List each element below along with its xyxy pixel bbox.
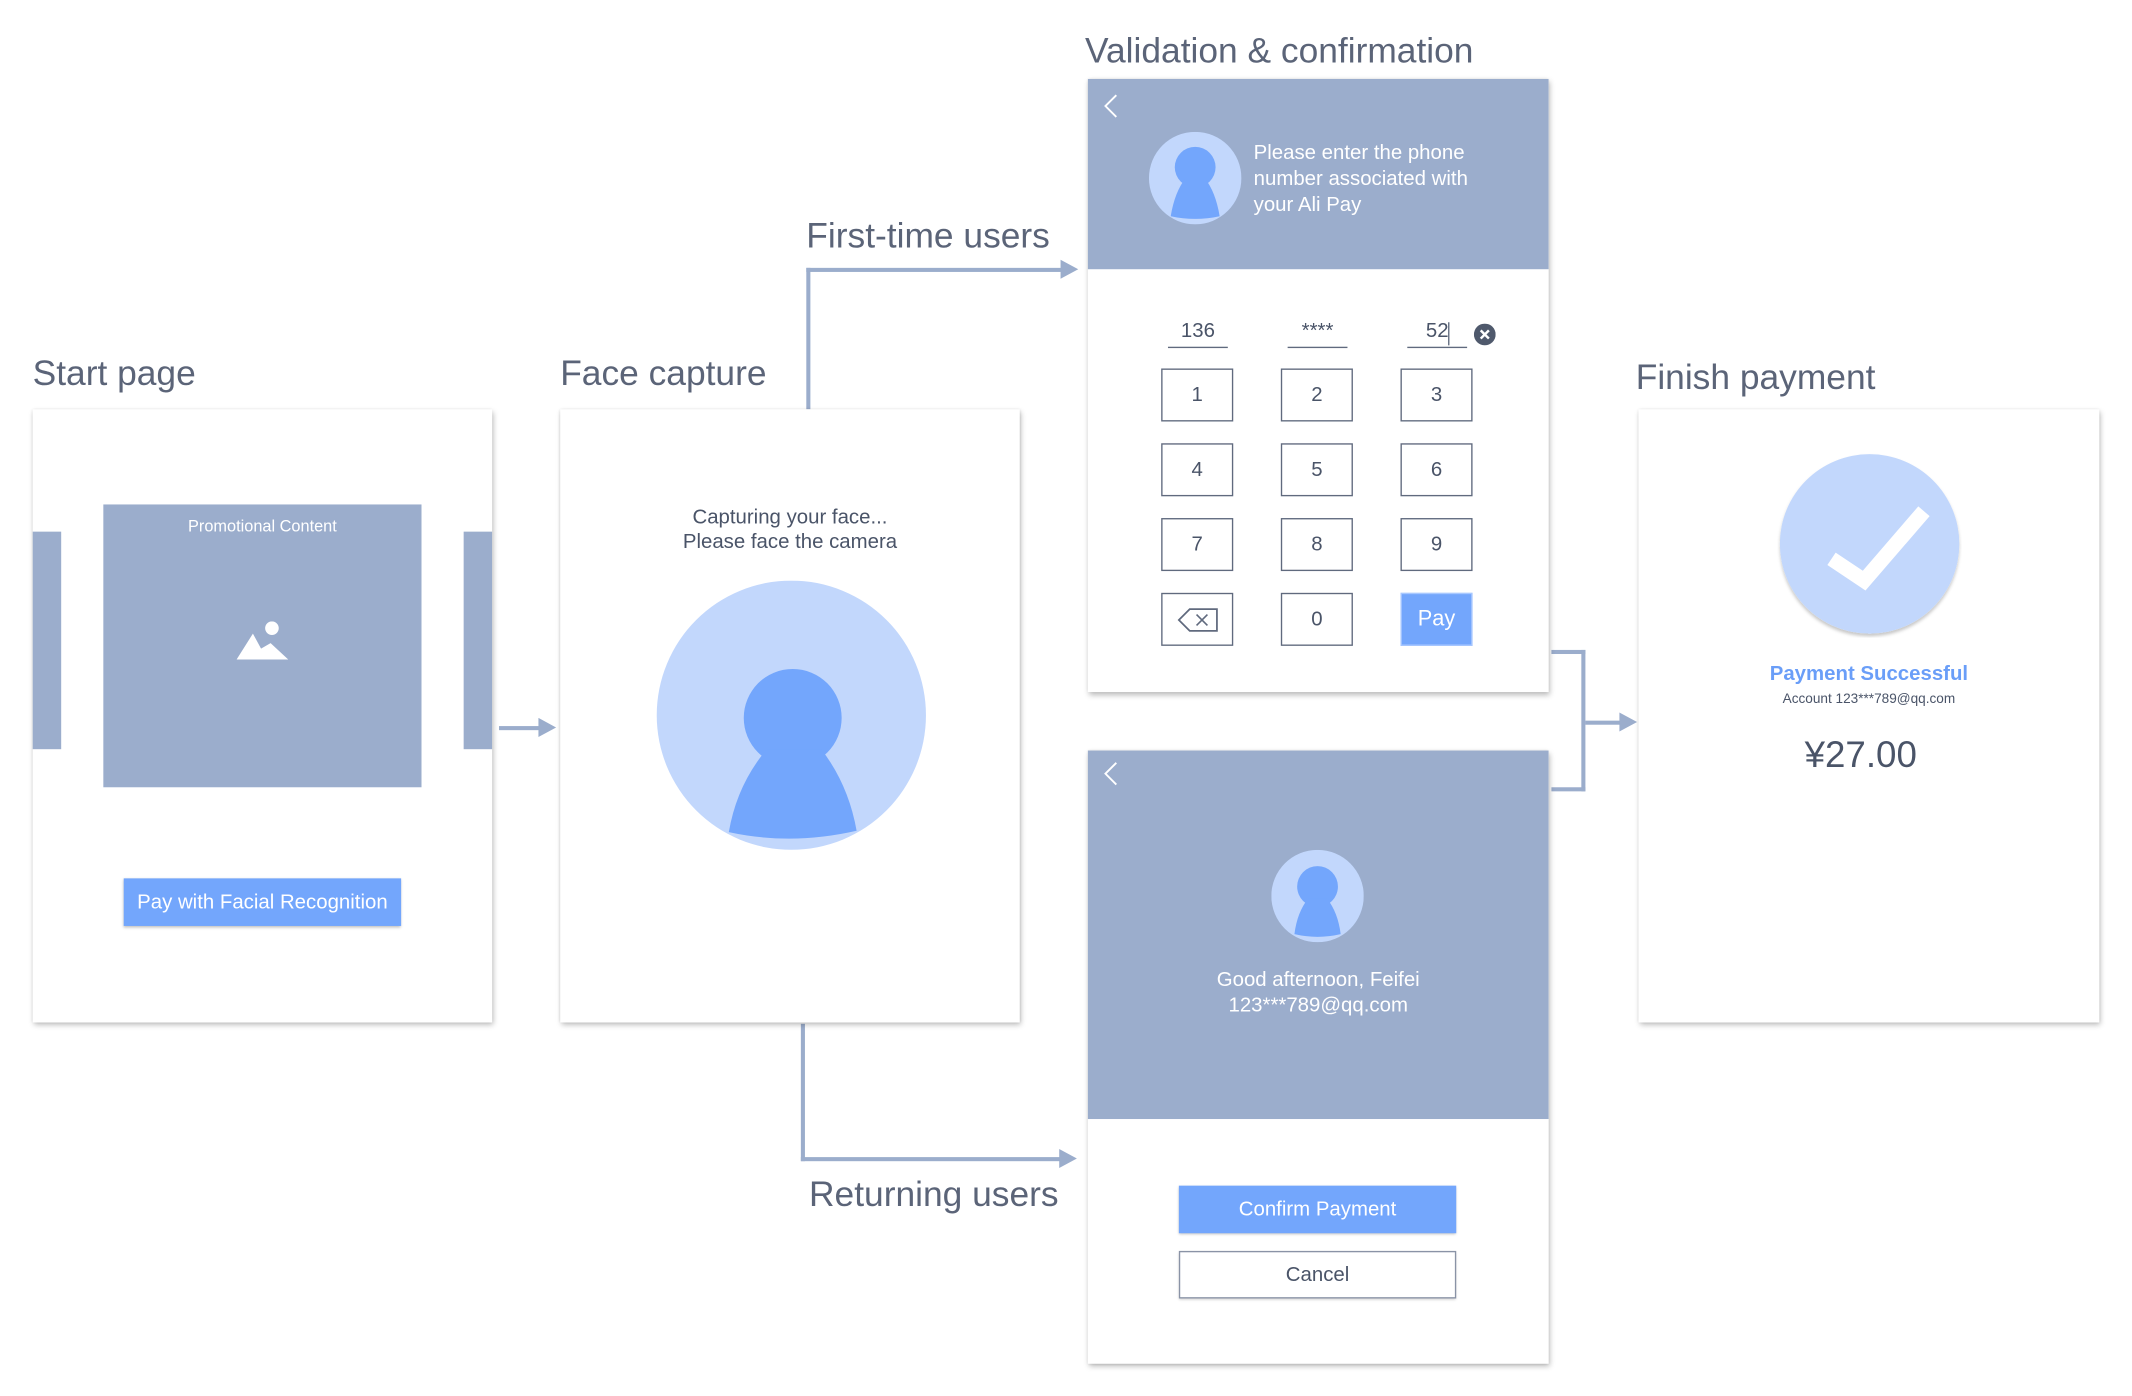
finish-payment-screen: Payment Successful Account 123***789@qq.… xyxy=(1638,409,2100,1023)
promo-label: Promotional Content xyxy=(188,516,337,536)
chevron-left-icon[interactable] xyxy=(1101,760,1120,787)
chevron-left-icon[interactable] xyxy=(1101,92,1120,119)
phone-prefix-field[interactable]: 136 xyxy=(1167,318,1228,349)
capture-status: Capturing your face... Please face the c… xyxy=(560,506,1020,555)
account-email: 123***789@qq.com xyxy=(1228,993,1408,1018)
connector-to-finish xyxy=(1585,720,1621,725)
phone-middle-field[interactable]: **** xyxy=(1287,318,1348,349)
user-avatar-icon xyxy=(1148,131,1242,225)
section-label-validation: Validation & confirmation xyxy=(1085,29,1474,71)
face-capture-screen: Capturing your face... Please face the c… xyxy=(560,409,1020,1023)
keypad-key-0[interactable]: 0 xyxy=(1280,592,1353,646)
user-avatar-icon xyxy=(1271,849,1364,943)
prompt-line-1: Please enter the phone xyxy=(1253,141,1465,165)
cancel-button[interactable]: Cancel xyxy=(1178,1250,1457,1299)
arrowhead-icon xyxy=(1619,712,1638,732)
promo-banner[interactable]: Promotional Content xyxy=(103,504,422,788)
connector-returning-horizontal xyxy=(800,1157,1061,1162)
connector-returning-vertical xyxy=(800,1023,805,1162)
keypad-key-7[interactable]: 7 xyxy=(1161,518,1234,572)
keypad-pay-button[interactable]: Pay xyxy=(1400,592,1473,646)
returning-confirm-screen: Good afternoon, Feifei 123***789@qq.com … xyxy=(1087,750,1549,1364)
carousel-next-slide[interactable] xyxy=(463,531,493,750)
capture-line-2: Please face the camera xyxy=(682,530,898,554)
confirm-payment-button[interactable]: Confirm Payment xyxy=(1178,1185,1457,1234)
connector-bracket-bottom xyxy=(1551,787,1586,792)
greeting-text: Good afternoon, Feifei xyxy=(1216,968,1420,992)
prompt-line-3: your Ali Pay xyxy=(1253,193,1362,217)
phone-entry-header: Please enter the phone number associated… xyxy=(1087,78,1549,270)
prompt-line-2: number associated with xyxy=(1253,167,1468,191)
arrowhead-icon xyxy=(1059,1148,1077,1168)
connector-first-time-horizontal xyxy=(806,267,1062,272)
account-line: Account 123***789@qq.com xyxy=(1782,692,1956,708)
keypad-key-9[interactable]: 9 xyxy=(1400,518,1473,572)
keypad-key-5[interactable]: 5 xyxy=(1280,443,1353,497)
section-label-start: Start page xyxy=(32,352,196,393)
clear-circle-icon[interactable] xyxy=(1473,323,1496,346)
phone-entry-screen: Please enter the phone number associated… xyxy=(1087,78,1549,693)
user-silhouette-icon xyxy=(656,580,926,850)
user-greeting: Good afternoon, Feifei 123***789@qq.com xyxy=(1088,967,1549,1019)
keypad-key-1[interactable]: 1 xyxy=(1161,368,1234,422)
start-page-screen: Promotional Content Pay with Facial Reco… xyxy=(32,409,493,1023)
connector-first-time-vertical xyxy=(806,267,811,410)
branch-label-first-time: First-time users xyxy=(806,214,1050,256)
pay-with-face-button[interactable]: Pay with Facial Recognition xyxy=(123,878,402,926)
carousel-prev-slide[interactable] xyxy=(32,531,62,750)
phone-suffix-field[interactable]: 52 xyxy=(1407,318,1468,349)
keypad-backspace-key[interactable] xyxy=(1161,592,1234,646)
text-cursor xyxy=(1448,322,1450,346)
keypad-key-8[interactable]: 8 xyxy=(1280,518,1353,572)
arrowhead-icon xyxy=(1060,259,1079,279)
keypad-key-3[interactable]: 3 xyxy=(1400,368,1473,422)
returning-header: Good afternoon, Feifei 123***789@qq.com xyxy=(1087,750,1549,1120)
image-placeholder-icon xyxy=(236,621,289,660)
keypad-key-4[interactable]: 4 xyxy=(1161,443,1234,497)
payment-flow-diagram: Start page Face capture Validation & con… xyxy=(0,0,2132,1395)
backspace-icon xyxy=(1176,607,1218,632)
branch-label-returning: Returning users xyxy=(809,1173,1059,1215)
section-label-face-capture: Face capture xyxy=(560,352,767,393)
checkmark-icon xyxy=(1779,454,1960,634)
payment-status: Payment Successful xyxy=(1769,662,1969,686)
connector-start-to-face xyxy=(499,726,540,731)
section-label-finish: Finish payment xyxy=(1635,356,1876,398)
connector-bracket-top xyxy=(1551,649,1586,655)
payment-amount: ¥27.00 xyxy=(1804,734,1917,776)
capture-line-1: Capturing your face... xyxy=(692,505,888,529)
keypad-key-6[interactable]: 6 xyxy=(1400,443,1473,497)
arrowhead-icon xyxy=(538,717,557,737)
phone-prompt: Please enter the phone number associated… xyxy=(1254,140,1468,218)
keypad-key-2[interactable]: 2 xyxy=(1280,368,1353,422)
